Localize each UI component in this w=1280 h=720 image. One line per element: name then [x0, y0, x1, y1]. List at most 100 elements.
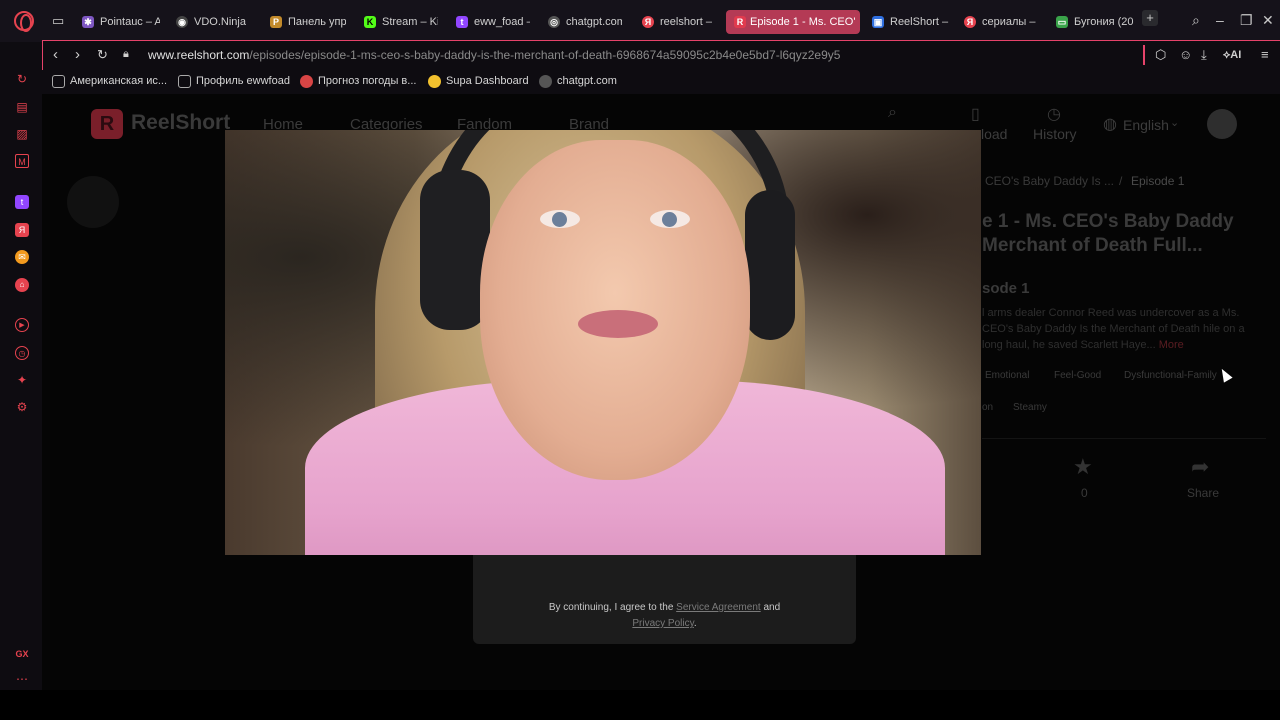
bookmark-label: Американская ис... — [70, 75, 168, 87]
bookmark-item[interactable]: Американская ис... — [52, 75, 168, 88]
star-icon[interactable]: ★ — [1073, 454, 1093, 480]
tag-partial[interactable]: on — [982, 402, 993, 413]
kick-favicon-icon: K — [364, 16, 376, 28]
ai-label: AI — [1230, 49, 1242, 61]
menu-icon[interactable]: ≡ — [1261, 47, 1269, 62]
page-icon — [52, 75, 65, 88]
bookmark-item[interactable]: Supa Dashboard — [428, 75, 529, 88]
tab-chatgpt[interactable]: ◎ chatgpt.com — [546, 10, 622, 34]
sidebar-music-icon[interactable]: M — [15, 154, 29, 168]
sidebar-more-icon[interactable]: ⋯ — [15, 672, 29, 686]
download-app-label[interactable]: load — [981, 126, 1007, 142]
maximize-icon[interactable]: ❐ — [1240, 12, 1253, 29]
sidebar-mods-icon[interactable]: ▨ — [15, 127, 29, 141]
url-field[interactable]: www.reelshort.com/episodes/episode-1-ms-… — [148, 48, 840, 62]
close-window-icon[interactable]: ✕ — [1262, 12, 1274, 29]
sidebar-player-icon[interactable]: ▶ — [15, 318, 29, 332]
sidebar-settings-icon[interactable]: ⚙ — [15, 400, 29, 414]
tab-panel[interactable]: Р Панель упр — [268, 10, 346, 34]
sidebar-ai-icon[interactable]: ↻ — [15, 72, 29, 86]
service-agreement-link[interactable]: Service Agreement — [676, 602, 761, 613]
sidebar-history-icon[interactable]: ◷ — [15, 346, 29, 360]
back-button[interactable] — [67, 176, 119, 228]
tab-twitch[interactable]: t eww_foad – — [454, 10, 530, 34]
sidebar-extensions-icon[interactable]: ✦ — [15, 373, 29, 387]
more-link[interactable]: More — [1159, 339, 1184, 351]
address-bar: ‹ › ↻ 🔒︎ www.reelshort.com/episodes/epis… — [42, 40, 1280, 70]
sidebar-mail-icon[interactable]: ✉ — [15, 250, 29, 264]
page-icon — [178, 75, 191, 88]
history-icon[interactable]: ◷ — [1047, 104, 1061, 124]
sidebar-yandex-icon[interactable]: Я — [15, 223, 29, 237]
tab-serialy[interactable]: Я сериалы – — [962, 10, 1038, 34]
sidebar-extension-icon[interactable]: ⌂ — [15, 278, 29, 292]
search-tabs-icon[interactable]: ⌕ — [1192, 12, 1200, 29]
tab-label: reelshort – — [660, 16, 712, 28]
tab-episode-1-active[interactable]: R Episode 1 - Ms. CEO' — [726, 10, 860, 34]
bookmark-label: Supa Dashboard — [446, 75, 529, 87]
ai-button[interactable]: ⟡AI — [1223, 49, 1241, 62]
share-label[interactable]: Share — [1187, 486, 1219, 500]
bookmark-item[interactable]: Прогноз погоды в... — [300, 75, 417, 88]
duck-icon — [428, 75, 441, 88]
profile-icon[interactable]: ☺ — [1179, 47, 1192, 62]
tab-label: Pointauc – A — [100, 16, 160, 28]
bookmark-item[interactable]: Профиль ewwfoad — [178, 75, 290, 88]
search-icon[interactable]: ⌕ — [888, 104, 897, 122]
divider — [982, 438, 1266, 439]
back-icon[interactable]: ‹ — [53, 46, 58, 63]
tab-label: Панель упр — [288, 16, 346, 28]
bookmark-label: Прогноз погоды в... — [318, 75, 417, 87]
privacy-policy-link[interactable]: Privacy Policy — [632, 618, 694, 629]
sidebar-gx-label[interactable]: GX — [12, 647, 32, 661]
webcam-video-overlay — [225, 130, 981, 555]
url-domain: www.reelshort.com — [148, 48, 250, 62]
download-icon[interactable]: ⤓ — [1201, 47, 1207, 63]
language-select[interactable]: English — [1123, 117, 1169, 133]
sidebar-twitch-icon[interactable]: t — [15, 195, 29, 209]
share-icon[interactable]: ➦ — [1191, 454, 1209, 480]
divider — [1143, 45, 1145, 65]
tab-reelshort[interactable]: ▣ ReelShort – — [870, 10, 950, 34]
bookmarks-bar: Американская ис... Профиль ewwfoad Прогн… — [42, 70, 1280, 94]
tab-reelshort-search[interactable]: Я reelshort – — [640, 10, 716, 34]
bookmark-label: Профиль ewwfoad — [196, 75, 290, 87]
sidebar-store-icon[interactable]: ▤ — [15, 100, 29, 114]
minimize-icon[interactable]: – — [1216, 12, 1224, 28]
tab-bugonia[interactable]: ▭ Бугония (20 — [1054, 10, 1134, 34]
chatgpt-favicon-icon: ◎ — [548, 16, 560, 28]
globe-icon[interactable]: ◍ — [1103, 114, 1117, 134]
tag-steamy[interactable]: Steamy — [1013, 402, 1047, 413]
phone-icon[interactable]: ▯ — [971, 104, 980, 124]
like-count: 0 — [1081, 486, 1088, 500]
reelshort-logo-icon[interactable]: R — [91, 109, 123, 139]
reload-icon[interactable]: ↻ — [97, 47, 108, 63]
breadcrumb-series[interactable]: CEO's Baby Daddy Is ... — [985, 174, 1114, 188]
forward-icon[interactable]: › — [75, 46, 80, 63]
history-label[interactable]: History — [1033, 126, 1077, 142]
video-eye — [650, 210, 690, 228]
headphone-right — [745, 190, 795, 340]
twitch-favicon-icon: t — [456, 16, 468, 28]
tag-feel-good[interactable]: Feel-Good — [1054, 370, 1101, 381]
agreement-prefix: By continuing, I agree to the — [548, 602, 674, 613]
avatar[interactable] — [1207, 109, 1237, 139]
tab-overview-icon[interactable]: ▭ — [52, 13, 64, 29]
chevron-down-icon[interactable]: ⌄ — [1170, 116, 1179, 129]
login-dialog: By continuing, I agree to the Service Ag… — [473, 550, 856, 644]
yandex-favicon-icon: Я — [964, 16, 976, 28]
brand-name[interactable]: ReelShort — [131, 111, 230, 135]
tag-emotional[interactable]: Emotional — [985, 370, 1029, 381]
tab-vdo-ninja[interactable]: ◉ VDO.Ninja — [174, 10, 254, 34]
opera-logo-icon[interactable] — [14, 11, 34, 32]
new-tab-button[interactable]: + — [1142, 10, 1158, 26]
breadcrumb-separator: / — [1119, 174, 1123, 188]
extensions-icon[interactable]: ⬡ — [1155, 47, 1166, 63]
tab-pointauc[interactable]: ✱ Pointauc – A — [80, 10, 160, 34]
tag-dysfunctional-family[interactable]: Dysfunctional-Family — [1124, 370, 1217, 381]
tab-kick-stream[interactable]: K Stream – Kic — [362, 10, 438, 34]
video-eye — [540, 210, 580, 228]
url-path: /episodes/episode-1-ms-ceo-s-baby-daddy-… — [249, 48, 841, 62]
bookmark-item[interactable]: chatgpt.com — [539, 75, 617, 88]
bookmark-label: chatgpt.com — [557, 75, 617, 87]
